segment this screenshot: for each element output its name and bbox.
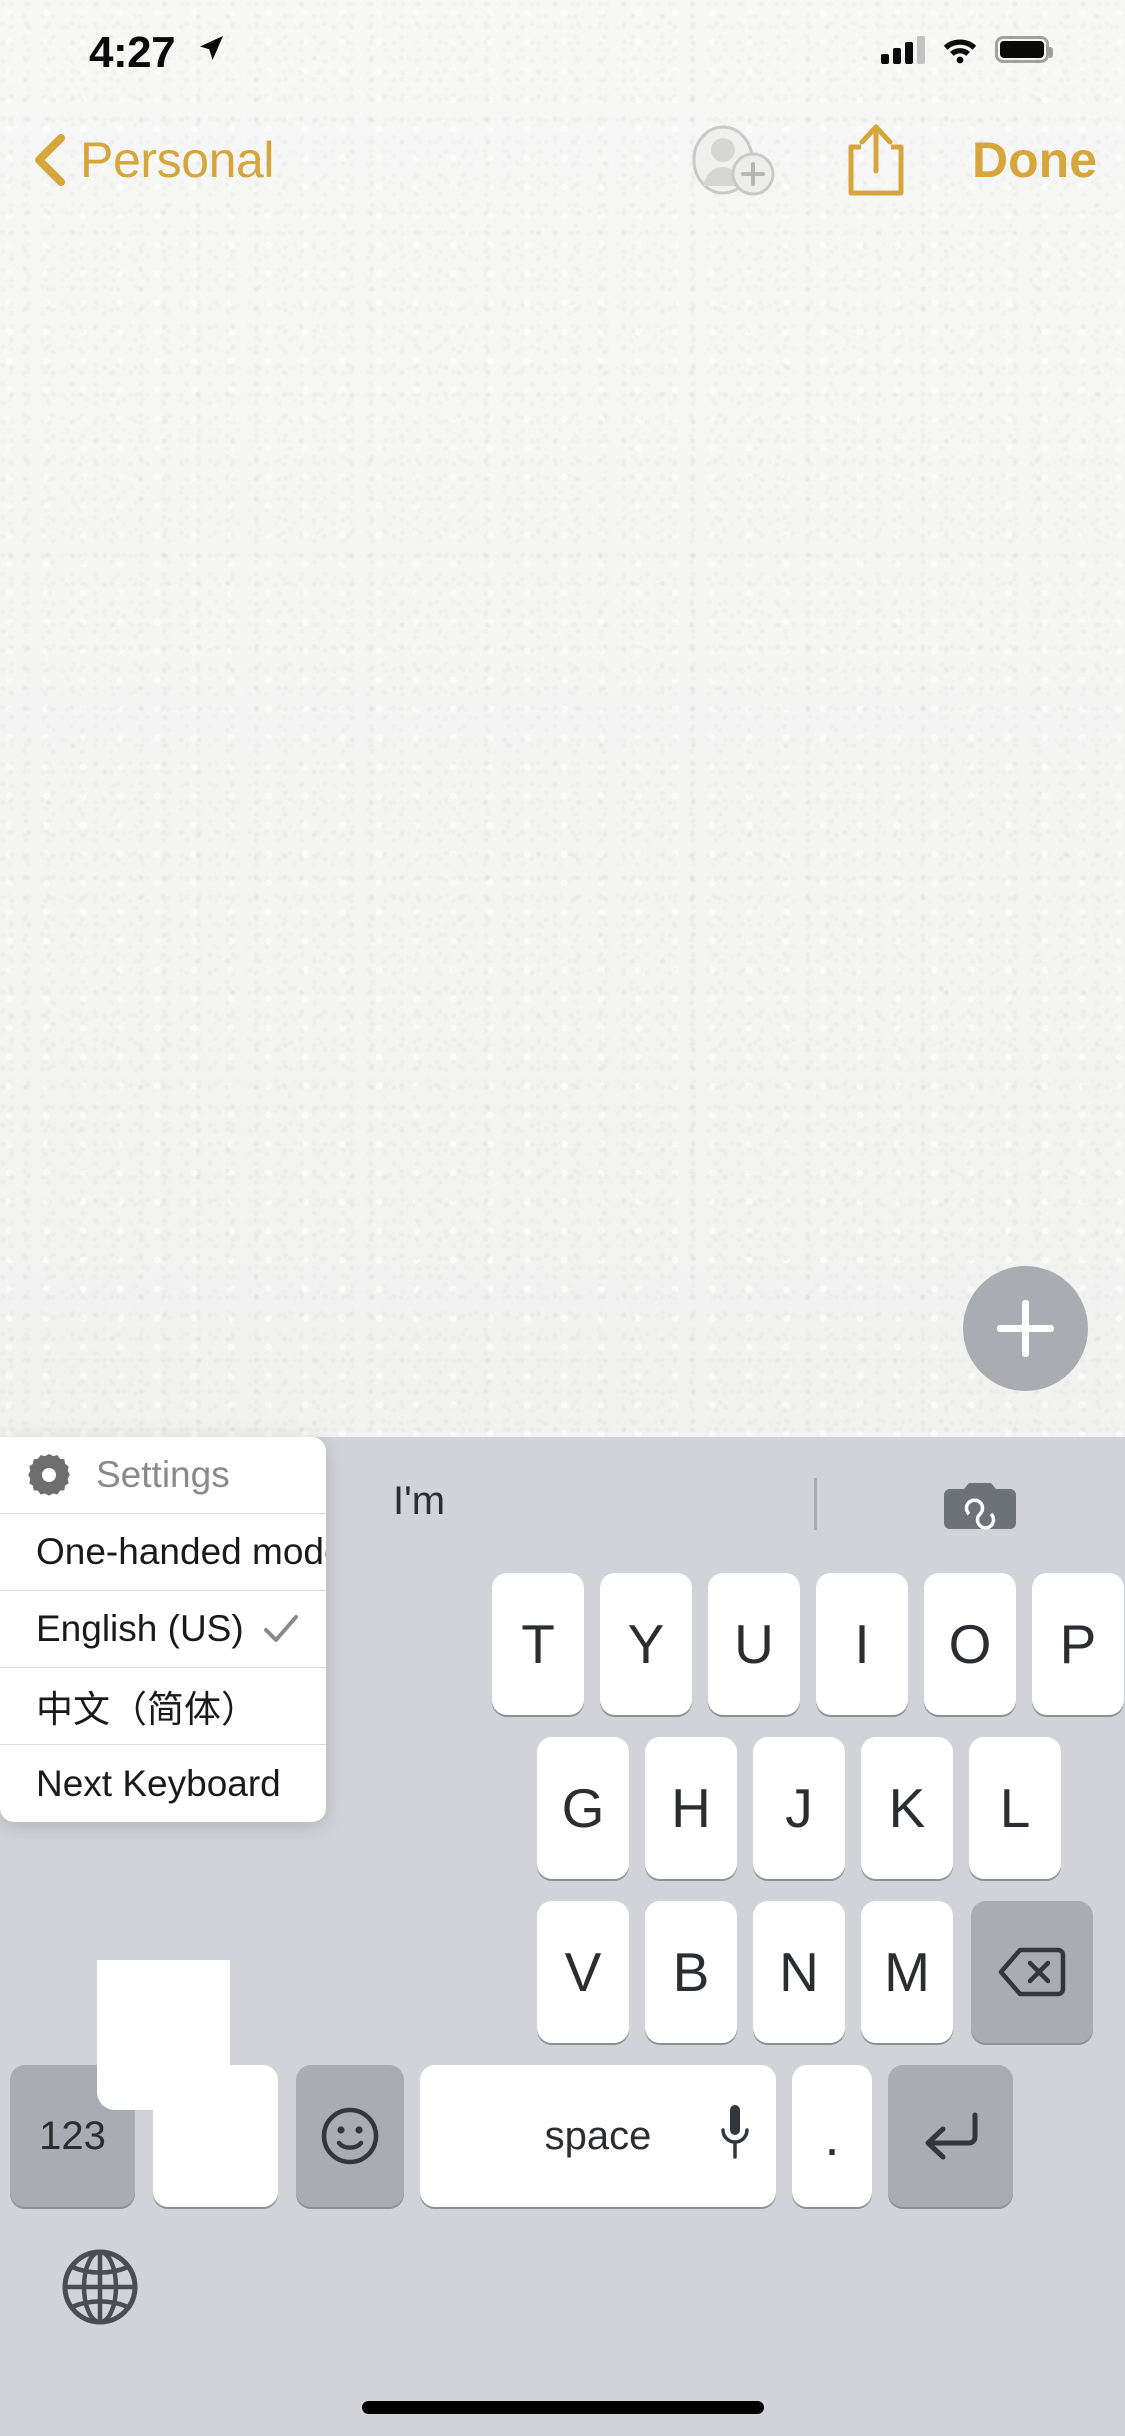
phone-screen: 4:27 Personal Done I'm T Y U I O P G H J…: [0, 0, 1125, 2436]
location-arrow-icon: [200, 36, 223, 60]
menu-item-settings-label: Settings: [96, 1454, 230, 1495]
key-O[interactable]: O: [924, 1573, 1016, 1715]
status-indicators: [881, 34, 1053, 64]
back-button-label: Personal: [80, 132, 275, 188]
share-icon: [848, 124, 904, 196]
key-B[interactable]: B: [645, 1901, 737, 2043]
key-H[interactable]: H: [645, 1737, 737, 1879]
key-L[interactable]: L: [969, 1737, 1061, 1879]
key-I[interactable]: I: [816, 1573, 908, 1715]
delete-key[interactable]: [971, 1901, 1093, 2043]
menu-item-one-handed-mode-label: One-handed mode: [36, 1531, 326, 1572]
period-key[interactable]: .: [792, 2065, 872, 2207]
key-G[interactable]: G: [537, 1737, 629, 1879]
menu-item-one-handed-mode[interactable]: One-handed mode: [0, 1514, 326, 1591]
space-key-label: space: [544, 2113, 652, 2158]
memoji-camera-icon[interactable]: [942, 1477, 1018, 1535]
menu-item-settings[interactable]: Settings: [0, 1437, 326, 1514]
menu-item-next-keyboard[interactable]: Next Keyboard: [0, 1745, 326, 1822]
menu-item-english-us-label: English (US): [36, 1608, 244, 1649]
status-time: 4:27: [89, 28, 176, 77]
menu-item-chinese-simplified[interactable]: 中文（简体）: [0, 1668, 326, 1745]
cellular-bars-icon: [881, 34, 925, 64]
done-button[interactable]: Done: [946, 114, 1097, 206]
return-arrow-icon: [925, 2112, 977, 2160]
share-button[interactable]: [806, 114, 946, 206]
home-indicator[interactable]: [361, 2401, 764, 2414]
key-T[interactable]: T: [492, 1573, 584, 1715]
return-key[interactable]: [888, 2065, 1013, 2207]
navigation-bar: Personal Done: [0, 100, 1125, 220]
add-person-button[interactable]: [656, 114, 806, 206]
predictive-suggestion[interactable]: I'm: [330, 1479, 508, 1524]
status-bar: 4:27: [0, 0, 1125, 100]
key-J[interactable]: J: [753, 1737, 845, 1879]
globe-icon: [62, 2249, 138, 2325]
add-item-floating-button[interactable]: [963, 1266, 1088, 1391]
key-N[interactable]: N: [753, 1901, 845, 2043]
navbar-actions: Done: [656, 114, 1097, 206]
key-K[interactable]: K: [861, 1737, 953, 1879]
back-button[interactable]: Personal: [30, 114, 275, 206]
menu-item-english-us[interactable]: English (US): [0, 1591, 326, 1668]
gear-icon: [28, 1454, 70, 1496]
key-M[interactable]: M: [861, 1901, 953, 2043]
delete-backspace-icon: [998, 1947, 1066, 1997]
key-U[interactable]: U: [708, 1573, 800, 1715]
space-key[interactable]: space: [420, 2065, 776, 2207]
wifi-icon: [943, 39, 977, 64]
add-person-icon: [692, 125, 775, 196]
menu-item-next-keyboard-label: Next Keyboard: [36, 1762, 281, 1804]
menu-tail: [97, 1960, 230, 2110]
key-V[interactable]: V: [537, 1901, 629, 2043]
globe-key[interactable]: [40, 2227, 160, 2347]
battery-full-icon: [995, 35, 1053, 63]
chevron-left-icon: [35, 134, 65, 186]
predictive-divider: [814, 1478, 817, 1530]
key-P[interactable]: P: [1032, 1573, 1124, 1715]
keyboard-switch-menu: Settings One-handed mode English (US) 中文…: [0, 1437, 326, 1822]
emoji-key[interactable]: [296, 2065, 404, 2207]
emoji-smiley-icon: [321, 2107, 379, 2165]
checkmark-icon: [264, 1615, 298, 1642]
menu-item-chinese-simplified-label: 中文（简体）: [36, 1689, 258, 1730]
microphone-icon[interactable]: [718, 2101, 752, 2165]
key-Y[interactable]: Y: [600, 1573, 692, 1715]
